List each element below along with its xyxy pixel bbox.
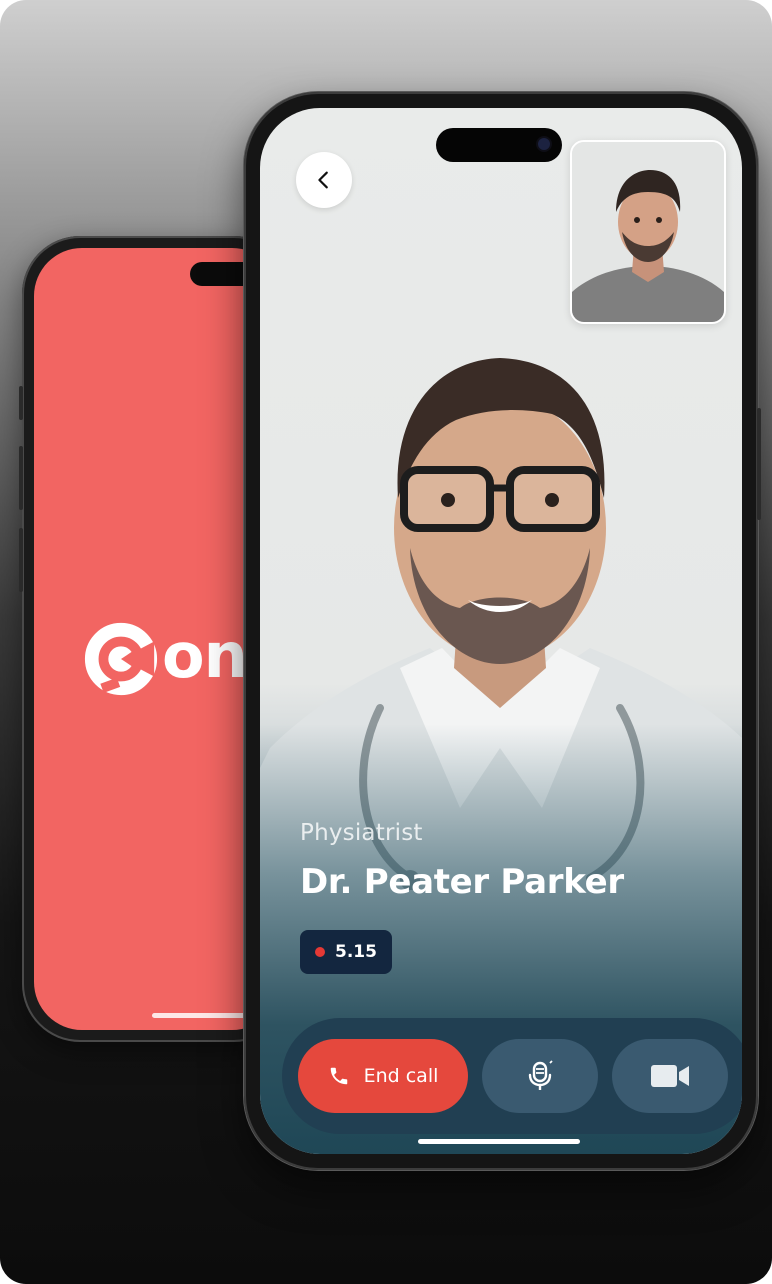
- side-button: [19, 528, 23, 592]
- home-indicator: [418, 1139, 580, 1144]
- dynamic-island: [436, 128, 562, 162]
- showcase-canvas: on Physiatrist Dr. Peater Parker 5.15 En…: [0, 0, 772, 1284]
- microphone-icon: [528, 1060, 553, 1090]
- brand-logo: on: [82, 619, 248, 698]
- end-call-button[interactable]: End call: [298, 1039, 468, 1113]
- front-camera: [538, 138, 550, 150]
- call-phone: Physiatrist Dr. Peater Parker 5.15 End c…: [244, 92, 761, 1170]
- video-toggle-button[interactable]: [612, 1039, 728, 1113]
- mute-button[interactable]: [482, 1039, 598, 1113]
- end-call-label: End call: [363, 1065, 439, 1087]
- doctor-specialty: Physiatrist: [300, 820, 423, 846]
- back-button[interactable]: [296, 152, 352, 208]
- call-duration: 5.15: [335, 942, 377, 962]
- self-video-preview[interactable]: [570, 140, 726, 324]
- phone-icon: [330, 1067, 347, 1085]
- power-button: [757, 408, 761, 520]
- side-button: [19, 386, 23, 420]
- brand-text: on: [162, 619, 248, 692]
- side-button: [19, 446, 23, 510]
- c-logo-icon: [84, 622, 158, 696]
- recording-dot-icon: [315, 947, 326, 957]
- video-call-screen: Physiatrist Dr. Peater Parker 5.15 End c…: [260, 108, 742, 1154]
- doctor-name: Dr. Peater Parker: [300, 862, 624, 902]
- call-timer-badge: 5.15: [300, 930, 392, 974]
- patient-video-feed: [572, 142, 724, 322]
- video-camera-icon: [651, 1065, 689, 1087]
- chevron-left-icon: [318, 171, 328, 189]
- call-controls-bar: End call: [282, 1018, 742, 1134]
